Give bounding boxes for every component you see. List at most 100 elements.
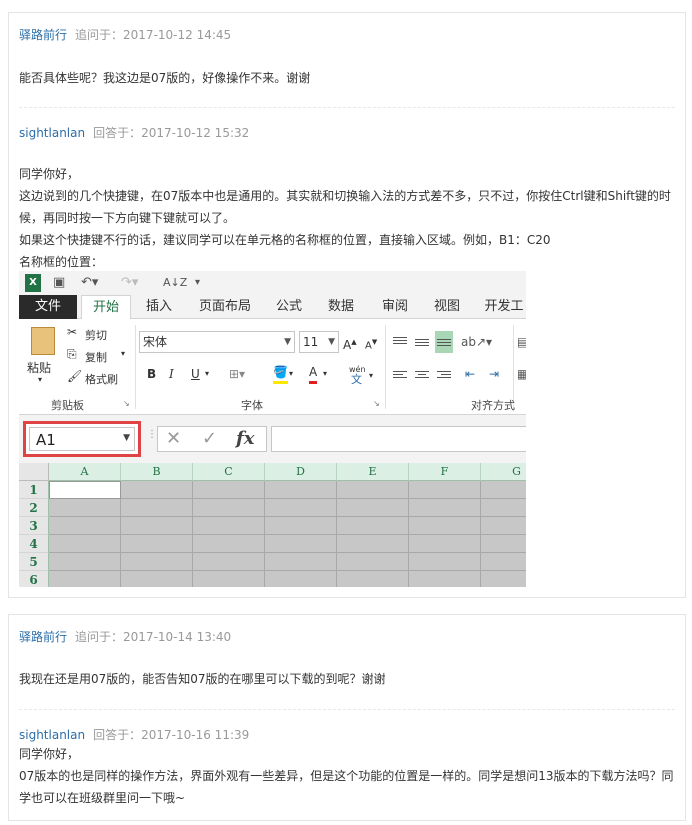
tab-home[interactable]: 开始 — [81, 295, 131, 320]
font-color-icon[interactable]: A — [309, 363, 318, 384]
row-header-4[interactable]: 4 — [19, 535, 49, 553]
post-time: 2017-10-14 13:40 — [123, 630, 232, 644]
column-header-g[interactable]: G — [481, 463, 526, 481]
ribbon-home: 粘贴 ▾ ✂ 剪切 ⎘ 复制 ▾ 🖌 格式刷 剪贴板 ↘ 宋体 ▼ 11 ▼ A▲ … — [19, 319, 526, 415]
align-bottom-icon[interactable] — [435, 331, 453, 353]
post-time: 2017-10-12 15:32 — [141, 126, 250, 140]
format-painter-icon[interactable]: 🖌 — [67, 369, 82, 383]
wrap-text-icon[interactable]: ▤ — [517, 333, 526, 351]
underline-dropdown-icon[interactable]: ▾ — [205, 365, 209, 383]
font-name-combo[interactable]: 宋体 ▼ — [139, 331, 295, 353]
paste-dropdown-icon[interactable]: ▾ — [38, 375, 42, 384]
insert-function-button[interactable]: fx — [236, 428, 254, 449]
align-left-icon[interactable] — [391, 369, 409, 385]
group-divider — [385, 325, 386, 409]
active-cell[interactable] — [49, 481, 121, 499]
underline-button[interactable]: U — [191, 365, 200, 383]
phonetic-dropdown-icon[interactable]: ▾ — [369, 367, 373, 385]
cut-button[interactable]: 剪切 — [85, 327, 107, 343]
merge-icon[interactable]: ▦ — [517, 365, 526, 383]
post-action-label: 追问于： — [75, 630, 124, 644]
tab-page-layout[interactable]: 页面布局 — [191, 295, 259, 319]
format-painter-button[interactable]: 格式刷 — [85, 371, 118, 387]
tab-view[interactable]: 视图 — [425, 295, 469, 319]
tab-formulas[interactable]: 公式 — [269, 295, 309, 319]
post-action-label: 回答于： — [93, 728, 142, 742]
column-header-b[interactable]: B — [121, 463, 193, 481]
post-line: 这边说到的几个快捷键，在07版本中也是通用的。其实就和切换输入法的方式差不多，只… — [19, 189, 671, 225]
undo-icon[interactable]: ↶▾ — [81, 274, 98, 292]
post-username[interactable]: sightlanlan — [19, 728, 85, 742]
column-header-a[interactable]: A — [49, 463, 121, 481]
font-size-combo[interactable]: 11 ▼ — [299, 331, 339, 353]
dialog-launcher-icon[interactable]: ↘ — [373, 399, 380, 408]
bold-button[interactable]: B — [147, 365, 156, 383]
column-header-f[interactable]: F — [409, 463, 481, 481]
column-header-e[interactable]: E — [337, 463, 409, 481]
post-username[interactable]: 驿路前行 — [19, 630, 67, 644]
group-label-clipboard: 剪贴板 — [51, 399, 84, 412]
post-action-label: 追问于： — [75, 28, 124, 42]
align-center-icon[interactable] — [413, 369, 431, 385]
post-username[interactable]: 驿路前行 — [19, 28, 67, 42]
tab-file[interactable]: 文件 — [19, 295, 77, 319]
excel-screenshot: X ▣ ↶▾ ↷▾ A↓Z ▾ 文件 开始 插入 页面布局 公式 数据 审阅 视… — [19, 271, 526, 587]
dialog-launcher-icon[interactable]: ↘ — [123, 399, 130, 408]
name-box[interactable]: A1 — [29, 427, 135, 451]
grid-line — [49, 552, 526, 553]
fill-color-icon[interactable]: 🪣 — [273, 363, 288, 384]
column-header-c[interactable]: C — [193, 463, 265, 481]
copy-dropdown-icon[interactable]: ▾ — [121, 349, 125, 358]
cancel-icon[interactable]: ✕ — [166, 428, 181, 449]
row-header-1[interactable]: 1 — [19, 481, 49, 499]
copy-button[interactable]: 复制 — [85, 349, 107, 365]
grid-line — [49, 570, 526, 571]
italic-button[interactable]: I — [169, 365, 174, 383]
redo-icon[interactable]: ↷▾ — [121, 274, 138, 292]
enter-icon[interactable]: ✓ — [202, 428, 217, 449]
decrease-font-icon[interactable]: A▼ — [365, 333, 377, 355]
fill-color-dropdown-icon[interactable]: ▾ — [289, 365, 293, 383]
post-username[interactable]: sightlanlan — [19, 126, 85, 140]
group-label-font: 字体 — [241, 399, 263, 412]
sort-icon[interactable]: A↓Z — [163, 274, 187, 292]
select-all-corner[interactable] — [19, 463, 49, 481]
post-body: 能否具体些呢？我这边是07版的，好像操作不来。谢谢 — [19, 71, 311, 85]
save-icon[interactable]: ▣ — [53, 274, 65, 292]
formula-input[interactable] — [271, 426, 526, 452]
cut-icon[interactable]: ✂ — [67, 325, 77, 339]
chevron-down-icon: ▼ — [328, 337, 335, 347]
font-color-dropdown-icon[interactable]: ▾ — [323, 365, 327, 383]
tab-insert[interactable]: 插入 — [137, 295, 181, 319]
decrease-indent-icon[interactable]: ⇤ — [465, 365, 475, 383]
qa-card-1: 驿路前行 追问于：2017-10-12 14:45 能否具体些呢？我这边是07版的… — [8, 12, 686, 598]
post-time: 2017-10-12 14:45 — [123, 28, 232, 42]
divider — [19, 107, 675, 108]
row-header-3[interactable]: 3 — [19, 517, 49, 535]
chevron-down-icon[interactable]: ▼ — [123, 433, 130, 443]
row-header-6[interactable]: 6 — [19, 571, 49, 587]
tab-review[interactable]: 审阅 — [373, 295, 417, 319]
formula-bar-grip-icon[interactable]: ⋮ — [147, 429, 157, 440]
grid-line — [49, 534, 526, 535]
align-middle-icon[interactable] — [413, 335, 431, 351]
paste-button[interactable]: 粘贴 — [27, 359, 51, 376]
ribbon-tabs: 文件 开始 插入 页面布局 公式 数据 审阅 视图 开发工 — [19, 295, 526, 320]
excel-logo-icon: X — [25, 274, 41, 292]
orientation-icon[interactable]: ab↗▾ — [461, 333, 492, 351]
borders-icon[interactable]: ⊞▾ — [229, 365, 245, 383]
copy-icon[interactable]: ⎘ — [67, 347, 77, 362]
align-right-icon[interactable] — [435, 369, 453, 385]
increase-font-icon[interactable]: A▲ — [343, 333, 357, 354]
align-top-icon[interactable] — [391, 335, 409, 351]
row-header-2[interactable]: 2 — [19, 499, 49, 517]
tab-developer[interactable]: 开发工 — [479, 295, 526, 319]
post-time: 2017-10-16 11:39 — [141, 728, 250, 742]
group-divider — [135, 325, 136, 409]
increase-indent-icon[interactable]: ⇥ — [489, 365, 499, 383]
paste-icon[interactable] — [31, 327, 55, 355]
row-header-5[interactable]: 5 — [19, 553, 49, 571]
tab-data[interactable]: 数据 — [319, 295, 363, 319]
column-header-d[interactable]: D — [265, 463, 337, 481]
customize-qat-icon[interactable]: ▾ — [195, 274, 200, 292]
